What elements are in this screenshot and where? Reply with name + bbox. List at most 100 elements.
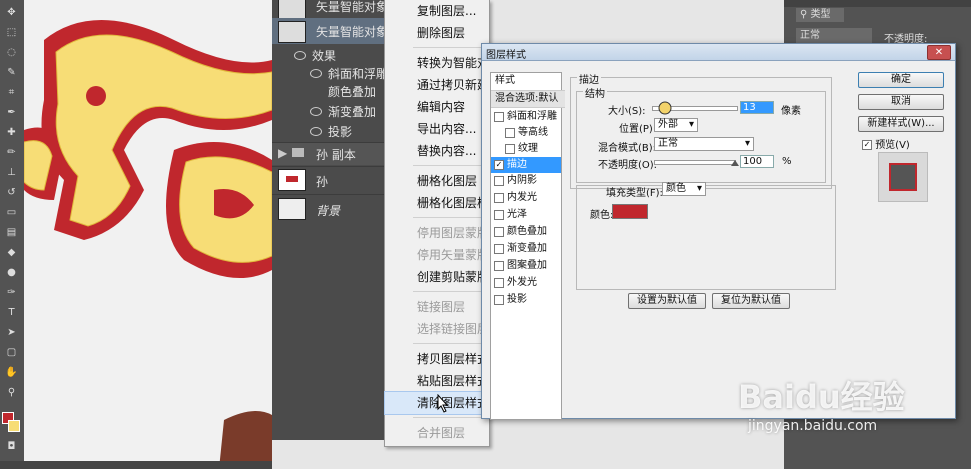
menu-item-edit-contents[interactable]: 编辑内容 (385, 96, 489, 118)
styles-header[interactable]: 样式 (491, 73, 565, 89)
quick-mask-icon[interactable]: ◘ (3, 440, 20, 454)
style-item-outer-glow[interactable]: 外发光 (491, 275, 561, 291)
layer-row-selected[interactable]: 矢量智能对象 (272, 18, 384, 44)
background-color-swatch[interactable] (8, 420, 20, 432)
checkbox-checked[interactable]: ✓ (494, 160, 504, 170)
menu-item-select-linked-layers: 选择链接图层 (417, 322, 489, 336)
blend-mode-dropdown[interactable]: 正常 ▾ (654, 137, 754, 151)
layer-effects-row[interactable]: 效果 (272, 46, 384, 64)
structure-title: 结构 (583, 85, 607, 100)
pen-tool-icon[interactable]: ✑ (3, 286, 20, 300)
eye-icon[interactable] (310, 107, 322, 116)
layer-row[interactable]: 背景 (272, 194, 384, 223)
menu-item-new-via-copy[interactable]: 通过拷贝新建 (385, 74, 489, 96)
checkbox[interactable] (505, 144, 515, 154)
menu-item-replace-contents[interactable]: 替换内容... (385, 140, 489, 162)
eye-icon[interactable] (310, 69, 322, 78)
menu-item-rasterize-layer[interactable]: 栅格化图层 (385, 170, 489, 192)
menu-item-convert-smart-object[interactable]: 转换为智能对象 (385, 52, 489, 74)
eye-icon[interactable] (294, 51, 306, 60)
blur-tool-icon[interactable]: ◆ (3, 246, 20, 260)
stroke-color-swatch[interactable] (612, 204, 648, 219)
chevron-right-icon[interactable]: ▶ (278, 146, 287, 160)
checkbox[interactable] (494, 112, 504, 122)
folder-icon (292, 148, 304, 157)
reset-default-button[interactable]: 复位为默认值 (712, 293, 790, 309)
opacity-input[interactable]: 100 (740, 155, 774, 168)
layer-group-row[interactable]: ▶ 孙 副本 (272, 142, 384, 165)
checkbox[interactable] (494, 176, 504, 186)
opacity-slider-thumb[interactable] (731, 160, 739, 166)
checkbox[interactable] (494, 210, 504, 220)
checkbox[interactable] (494, 261, 504, 271)
checkbox[interactable] (494, 193, 504, 203)
menu-item-copy-layer-style[interactable]: 拷贝图层样式 (385, 348, 489, 370)
menu-item-duplicate-layer[interactable]: 复制图层... (385, 0, 489, 22)
menu-item-delete-layer[interactable]: 删除图层 (385, 22, 489, 44)
style-item-bevel[interactable]: 斜面和浮雕 (491, 109, 561, 125)
style-item-stroke[interactable]: ✓ 描边 (491, 157, 561, 173)
fill-type-select[interactable]: 颜色 ▾ (662, 182, 706, 196)
menu-item-export-contents[interactable]: 导出内容... (385, 118, 489, 140)
style-item-inner-glow[interactable]: 内发光 (491, 190, 561, 206)
effect-row[interactable]: 斜面和浮雕 (272, 64, 384, 82)
stamp-tool-icon[interactable]: ⊥ (3, 166, 20, 180)
layer-row[interactable]: 矢量智能对象 (272, 0, 384, 18)
ok-button[interactable]: 确定 (858, 72, 944, 88)
size-input[interactable]: 13 (740, 101, 774, 114)
blending-options-item[interactable]: 混合选项:默认 (491, 90, 565, 108)
history-brush-icon[interactable]: ↺ (3, 186, 20, 200)
layer-row[interactable]: 孙 (272, 166, 384, 193)
style-item-satin[interactable]: 光泽 (491, 207, 561, 223)
path-select-tool-icon[interactable]: ➤ (3, 326, 20, 340)
dodge-tool-icon[interactable]: ● (3, 266, 20, 280)
quick-select-tool-icon[interactable]: ✎ (3, 66, 20, 80)
menu-item-paste-layer-style[interactable]: 粘贴图层样式 (385, 370, 489, 392)
style-item-drop-shadow[interactable]: 投影 (491, 292, 561, 308)
effect-row[interactable]: 颜色叠加 (272, 82, 384, 100)
style-item-pattern-overlay[interactable]: 图案叠加 (491, 258, 561, 274)
type-tool-icon[interactable]: T (3, 306, 20, 320)
layer-filter-select[interactable]: ⚲ 类型 (796, 8, 844, 22)
document-canvas[interactable] (24, 0, 272, 469)
menu-item-rasterize-layer-style[interactable]: 栅格化图层样 (385, 192, 489, 214)
healing-tool-icon[interactable]: ✚ (3, 126, 20, 140)
cancel-button[interactable]: 取消 (858, 94, 944, 110)
close-button[interactable]: ✕ (927, 45, 951, 60)
effect-row[interactable]: 渐变叠加 (272, 102, 384, 120)
checkbox[interactable] (494, 244, 504, 254)
menu-item-disable-vector-mask: 停用矢量蒙版 (417, 248, 489, 262)
checkbox[interactable] (505, 128, 515, 138)
checkbox[interactable] (494, 227, 504, 237)
hand-tool-icon[interactable]: ✋ (3, 366, 20, 380)
eraser-tool-icon[interactable]: ▭ (3, 206, 20, 220)
checkbox[interactable] (494, 278, 504, 288)
preview-checkbox[interactable]: ✓ 预览(V) (862, 136, 910, 151)
checkbox[interactable] (494, 295, 504, 305)
dialog-titlebar[interactable]: 图层样式 ✕ (482, 44, 955, 61)
style-item-color-overlay[interactable]: 颜色叠加 (491, 224, 561, 240)
style-item-inner-shadow[interactable]: 内阴影 (491, 173, 561, 189)
menu-item-create-clipping-mask[interactable]: 创建剪贴蒙版 (385, 266, 489, 288)
style-item-contour[interactable]: 等高线 (491, 125, 561, 141)
style-item-gradient-overlay[interactable]: 渐变叠加 (491, 241, 561, 257)
effect-row[interactable]: 投影 (272, 122, 384, 140)
eye-icon[interactable] (310, 127, 322, 136)
eyedropper-tool-icon[interactable]: ✒ (3, 106, 20, 120)
crop-tool-icon[interactable]: ⌗ (3, 86, 20, 100)
position-select[interactable]: 外部 ▾ (654, 118, 698, 132)
zoom-tool-icon[interactable]: ⚲ (3, 386, 20, 400)
opacity-slider[interactable] (654, 160, 736, 165)
new-style-button[interactable]: 新建样式(W)... (858, 116, 944, 132)
blend-mode-select[interactable]: 正常 (796, 28, 872, 44)
lasso-tool-icon[interactable]: ◌ (3, 46, 20, 60)
style-item-texture[interactable]: 纹理 (491, 141, 561, 157)
brush-tool-icon[interactable]: ✏ (3, 146, 20, 160)
effect-name: 颜色叠加 (328, 85, 377, 99)
gradient-tool-icon[interactable]: ▤ (3, 226, 20, 240)
marquee-tool-icon[interactable]: ⬚ (3, 26, 20, 40)
shape-tool-icon[interactable]: ▢ (3, 346, 20, 360)
fill-type-group (576, 185, 836, 290)
move-tool-icon[interactable]: ✥ (3, 6, 20, 20)
set-default-button[interactable]: 设置为默认值 (628, 293, 706, 309)
